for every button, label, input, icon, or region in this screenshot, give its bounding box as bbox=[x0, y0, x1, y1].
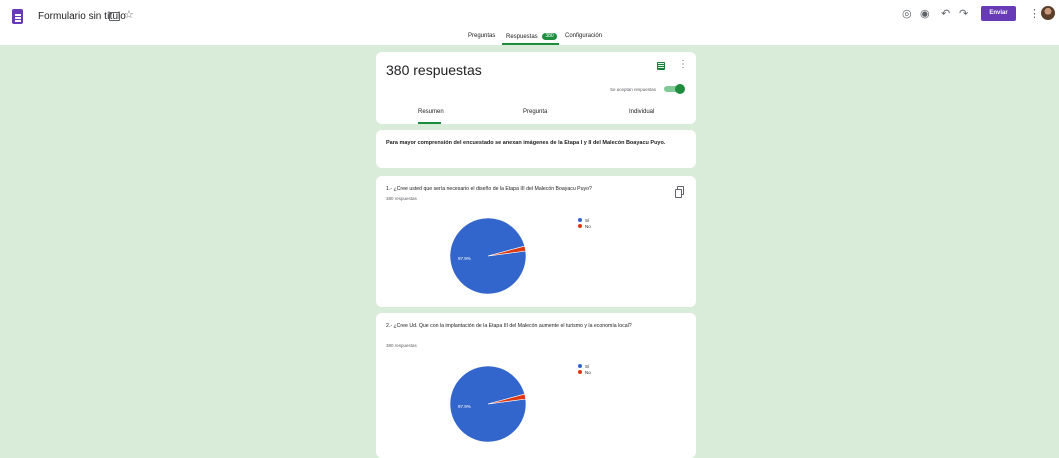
responses-title: 380 respuestas bbox=[386, 62, 482, 78]
legend-dot-no bbox=[578, 224, 582, 228]
question-response-count: 380 respuestas bbox=[386, 196, 417, 201]
active-subtab-indicator bbox=[418, 122, 441, 124]
pie-data-label: 97.9% bbox=[458, 404, 471, 409]
question-card-1: 1.- ¿Cree usted que sería necesario el d… bbox=[376, 176, 696, 307]
top-bar: Formulario sin título ☆ ◎ ◉ ↶ ↷ Enviar ⋮… bbox=[0, 0, 1059, 45]
question-title: 2.- ¿Cree Ud. Que con la implantación de… bbox=[386, 323, 632, 329]
summary-card: 380 respuestas ⋮ Se aceptan respuestas R… bbox=[376, 52, 696, 124]
copy-chart-icon[interactable] bbox=[675, 186, 684, 198]
subtab-individual[interactable]: Individual bbox=[629, 109, 654, 115]
question-title: 1.- ¿Cree usted que sería necesario el d… bbox=[386, 186, 592, 192]
pie-chart: 97.9% bbox=[449, 365, 527, 443]
subtab-resumen[interactable]: Resumen bbox=[418, 109, 444, 115]
forms-app-icon[interactable] bbox=[12, 9, 23, 24]
description-card: Para mayor comprensión del encuestado se… bbox=[376, 130, 696, 168]
tab-configuracion[interactable]: Configuración bbox=[565, 33, 602, 39]
legend-item-no: No bbox=[578, 223, 591, 229]
sheets-icon[interactable] bbox=[657, 62, 665, 70]
more-options-icon[interactable]: ⋮ bbox=[1029, 7, 1040, 20]
tab-respuestas[interactable]: Respuestas 380 bbox=[506, 33, 557, 40]
preview-icon[interactable]: ◉ bbox=[920, 7, 930, 20]
question-response-count: 380 respuestas bbox=[386, 343, 417, 348]
active-tab-indicator bbox=[502, 43, 559, 45]
legend-dot-no bbox=[578, 370, 582, 374]
chart-legend: Sí No bbox=[578, 363, 591, 375]
undo-icon[interactable]: ↶ bbox=[941, 7, 950, 20]
avatar[interactable] bbox=[1041, 6, 1055, 20]
folder-icon[interactable] bbox=[109, 12, 120, 21]
redo-icon[interactable]: ↷ bbox=[959, 7, 968, 20]
legend-dot-si bbox=[578, 218, 582, 222]
legend-dot-si bbox=[578, 364, 582, 368]
pie-chart: 97.9% bbox=[449, 217, 527, 295]
pie-data-label: 97.9% bbox=[458, 256, 471, 261]
toggle-knob bbox=[675, 84, 685, 94]
tab-preguntas[interactable]: Preguntas bbox=[468, 33, 495, 39]
accepting-responses-label: Se aceptan respuestas bbox=[610, 87, 657, 92]
subtab-pregunta[interactable]: Pregunta bbox=[523, 109, 547, 115]
more-vert-icon[interactable]: ⋮ bbox=[678, 59, 688, 70]
send-button[interactable]: Enviar bbox=[981, 6, 1016, 21]
response-count-badge: 380 bbox=[542, 33, 557, 40]
form-description: Para mayor comprensión del encuestado se… bbox=[386, 140, 666, 146]
star-icon[interactable]: ☆ bbox=[124, 8, 134, 21]
question-card-2: 2.- ¿Cree Ud. Que con la implantación de… bbox=[376, 313, 696, 458]
chart-legend: Sí No bbox=[578, 217, 591, 229]
accepting-responses-toggle[interactable] bbox=[664, 84, 685, 94]
palette-icon[interactable]: ◎ bbox=[902, 7, 912, 20]
legend-item-no: No bbox=[578, 369, 591, 375]
